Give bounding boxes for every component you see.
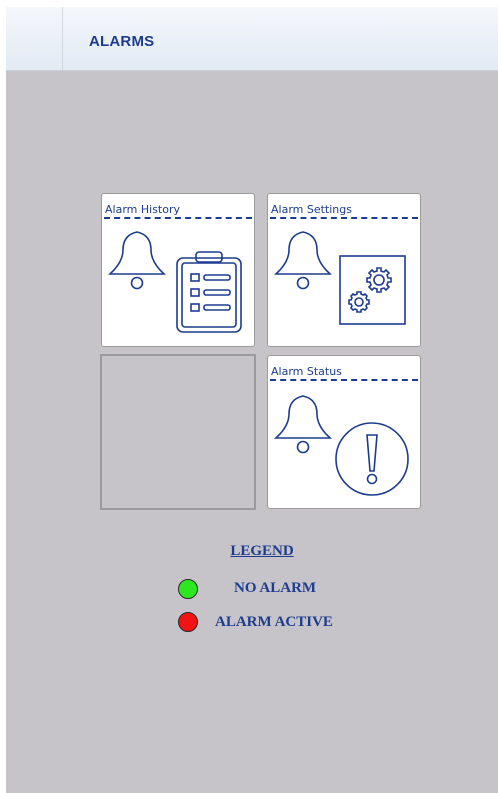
alarm-history-tile[interactable]: Alarm History (101, 193, 255, 347)
gears-icon (339, 255, 406, 325)
legend-label-alarm-active: ALARM ACTIVE (215, 614, 333, 630)
alarm-settings-icons (274, 231, 406, 325)
empty-tile (100, 354, 256, 510)
alarm-history-icons (108, 231, 242, 333)
alarm-status-icons (274, 395, 409, 496)
bell-icon (108, 231, 166, 290)
legend-title: LEGEND (230, 543, 294, 559)
page-title: ALARMS (89, 33, 155, 50)
header-divider (62, 7, 63, 70)
bell-icon (274, 395, 332, 454)
alarm-settings-tile[interactable]: Alarm Settings (267, 193, 421, 347)
red-status-dot (178, 612, 198, 632)
exclamation-icon (335, 422, 409, 496)
header-bar: ALARMS (6, 7, 498, 71)
clipboard-icon (176, 251, 242, 333)
green-status-dot (178, 579, 198, 599)
legend-label-no-alarm: NO ALARM (234, 580, 317, 596)
bell-icon (274, 231, 332, 290)
alarms-screen: ALARMS Alarm History Alarm Settings Alar… (6, 7, 498, 793)
alarm-status-tile[interactable]: Alarm Status (267, 355, 421, 509)
